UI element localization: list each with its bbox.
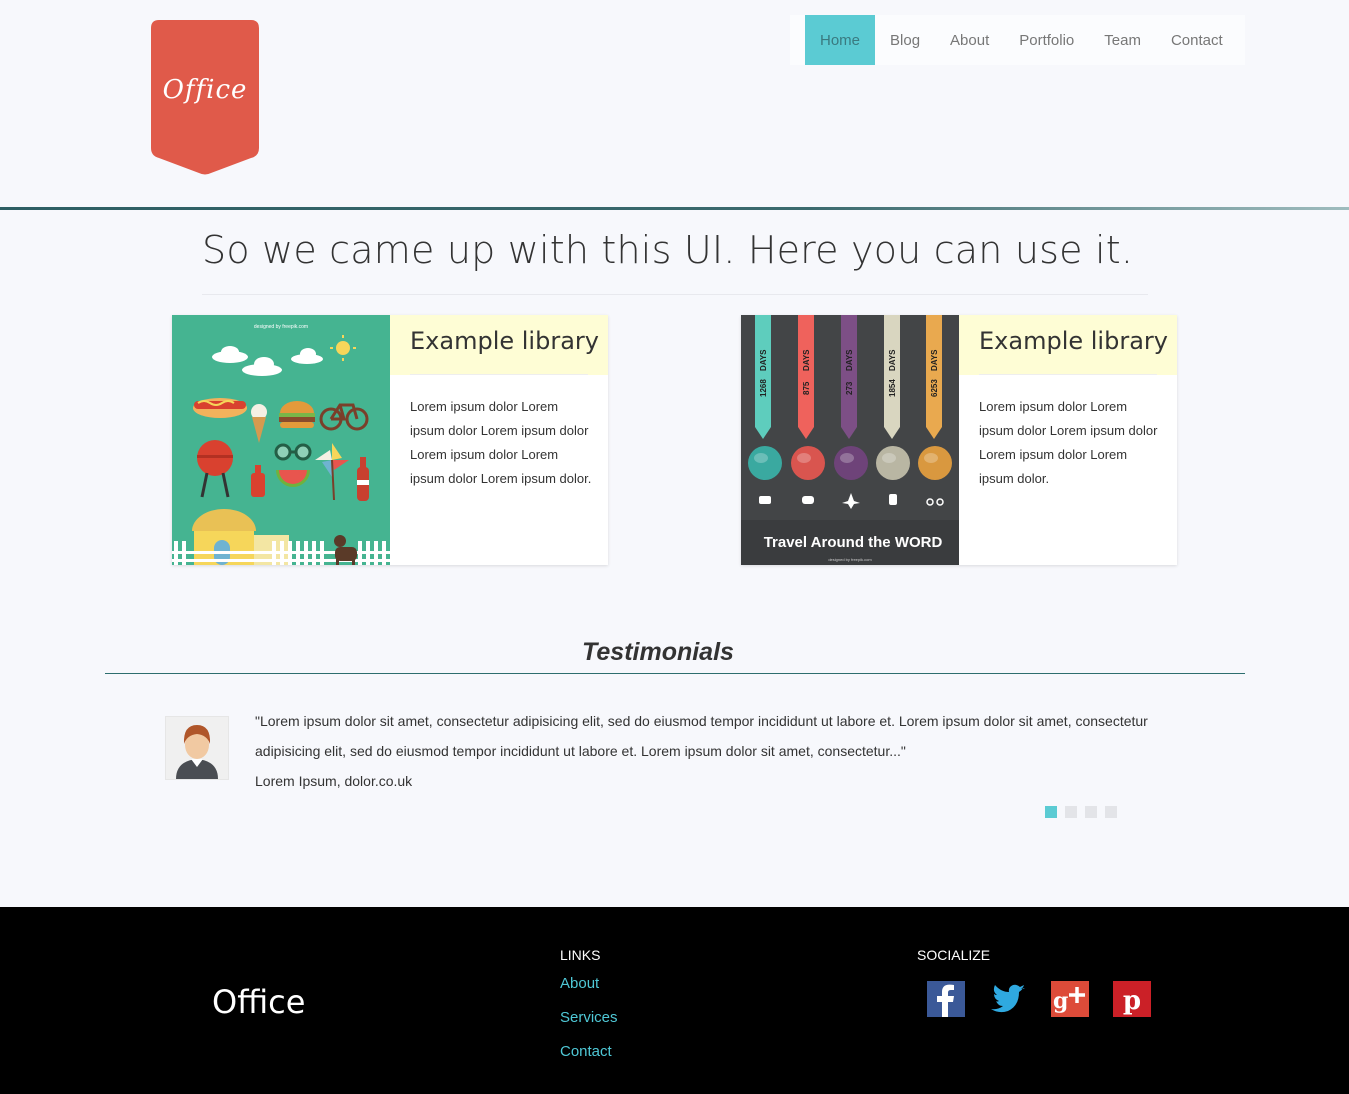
burger-icon — [279, 401, 315, 428]
logo-text: Office — [162, 75, 248, 105]
card-header: Example library — [390, 315, 608, 375]
ribbon-unit: DAYS — [845, 349, 854, 371]
card-header-rule — [410, 374, 588, 375]
testimonial-pager — [1045, 806, 1117, 818]
nav-contact[interactable]: Contact — [1156, 15, 1238, 65]
testimonials-title: Testimonials — [582, 638, 734, 666]
card-title: Example library — [979, 327, 1168, 355]
socialize-heading: SOCIALIZE — [917, 947, 991, 963]
image-credit: designed by freepik.com — [828, 557, 872, 562]
nav-team[interactable]: Team — [1089, 15, 1156, 65]
header-divider — [0, 207, 1349, 210]
travel-infographic: 1268 DAYS 875 DAYS 273 DAYS 1854 DAYS 62… — [741, 315, 959, 565]
ribbon-number: 1268 — [759, 379, 768, 397]
ribbon-unit: DAYS — [930, 349, 939, 371]
footer-link-contact[interactable]: Contact — [560, 1043, 612, 1060]
infographic-caption: Travel Around the WORD — [764, 534, 943, 551]
ribbon-number: 1854 — [888, 379, 897, 397]
ribbon-unit: DAYS — [888, 349, 897, 371]
nav-about[interactable]: About — [935, 15, 1004, 65]
car-icon — [802, 496, 814, 504]
image-credit: designed by freepik.com — [254, 324, 308, 330]
nav-home[interactable]: Home — [805, 15, 876, 65]
summer-illustration: designed by freepik.com — [172, 315, 390, 565]
hotdog-icon — [193, 398, 247, 418]
pinterest-icon[interactable]: p — [1113, 981, 1151, 1017]
ribbon-number: 273 — [845, 381, 854, 395]
ribbon-unit: DAYS — [759, 349, 768, 371]
pager-dot-3[interactable] — [1085, 806, 1097, 818]
hero-rule — [202, 294, 1148, 295]
train-icon — [889, 494, 897, 505]
google-plus-icon[interactable]: g — [1051, 981, 1089, 1017]
pager-dot-1[interactable] — [1045, 806, 1057, 818]
main-nav: Home Blog About Portfolio Team Contact — [790, 15, 1245, 65]
twitter-icon[interactable] — [989, 981, 1027, 1017]
links-heading: LINKS — [560, 947, 601, 963]
feature-card: designed by freepik.com Example library … — [172, 315, 608, 565]
footer-link-about[interactable]: About — [560, 975, 599, 992]
avatar — [165, 716, 229, 780]
card-body: Lorem ipsum dolor Lorem ipsum dolor Lore… — [410, 399, 592, 486]
testimonial-source: Lorem Ipsum, dolor.co.uk — [255, 773, 413, 789]
testimonial-quote: "Lorem ipsum dolor sit amet, consectetur… — [255, 713, 1148, 759]
hero-title: So we came up with this UI. Here you can… — [202, 228, 1134, 272]
nav-portfolio[interactable]: Portfolio — [1004, 15, 1089, 65]
facebook-icon[interactable] — [927, 981, 965, 1017]
svg-text:p: p — [1123, 986, 1141, 1016]
footer-link-services[interactable]: Services — [560, 1009, 618, 1026]
ribbon-number: 875 — [802, 381, 811, 395]
card-title: Example library — [410, 327, 599, 355]
pager-dot-4[interactable] — [1105, 806, 1117, 818]
card-header-rule — [979, 374, 1157, 375]
logo[interactable]: Office — [151, 20, 259, 175]
testimonials-rule — [105, 673, 1245, 674]
feature-card: 1268 DAYS 875 DAYS 273 DAYS 1854 DAYS 62… — [741, 315, 1177, 565]
card-header: Example library — [959, 315, 1177, 375]
pager-dot-2[interactable] — [1065, 806, 1077, 818]
card-body: Lorem ipsum dolor Lorem ipsum dolor Lore… — [979, 399, 1158, 486]
nav-blog[interactable]: Blog — [875, 15, 935, 65]
footer-logo[interactable]: Office — [212, 983, 305, 1021]
svg-text:g: g — [1053, 988, 1068, 1014]
bus-icon — [759, 496, 771, 504]
ribbon-number: 6253 — [930, 379, 939, 397]
footer: Office LINKS About Services Contact SOCI… — [0, 907, 1349, 1094]
ribbon-unit: DAYS — [802, 349, 811, 371]
